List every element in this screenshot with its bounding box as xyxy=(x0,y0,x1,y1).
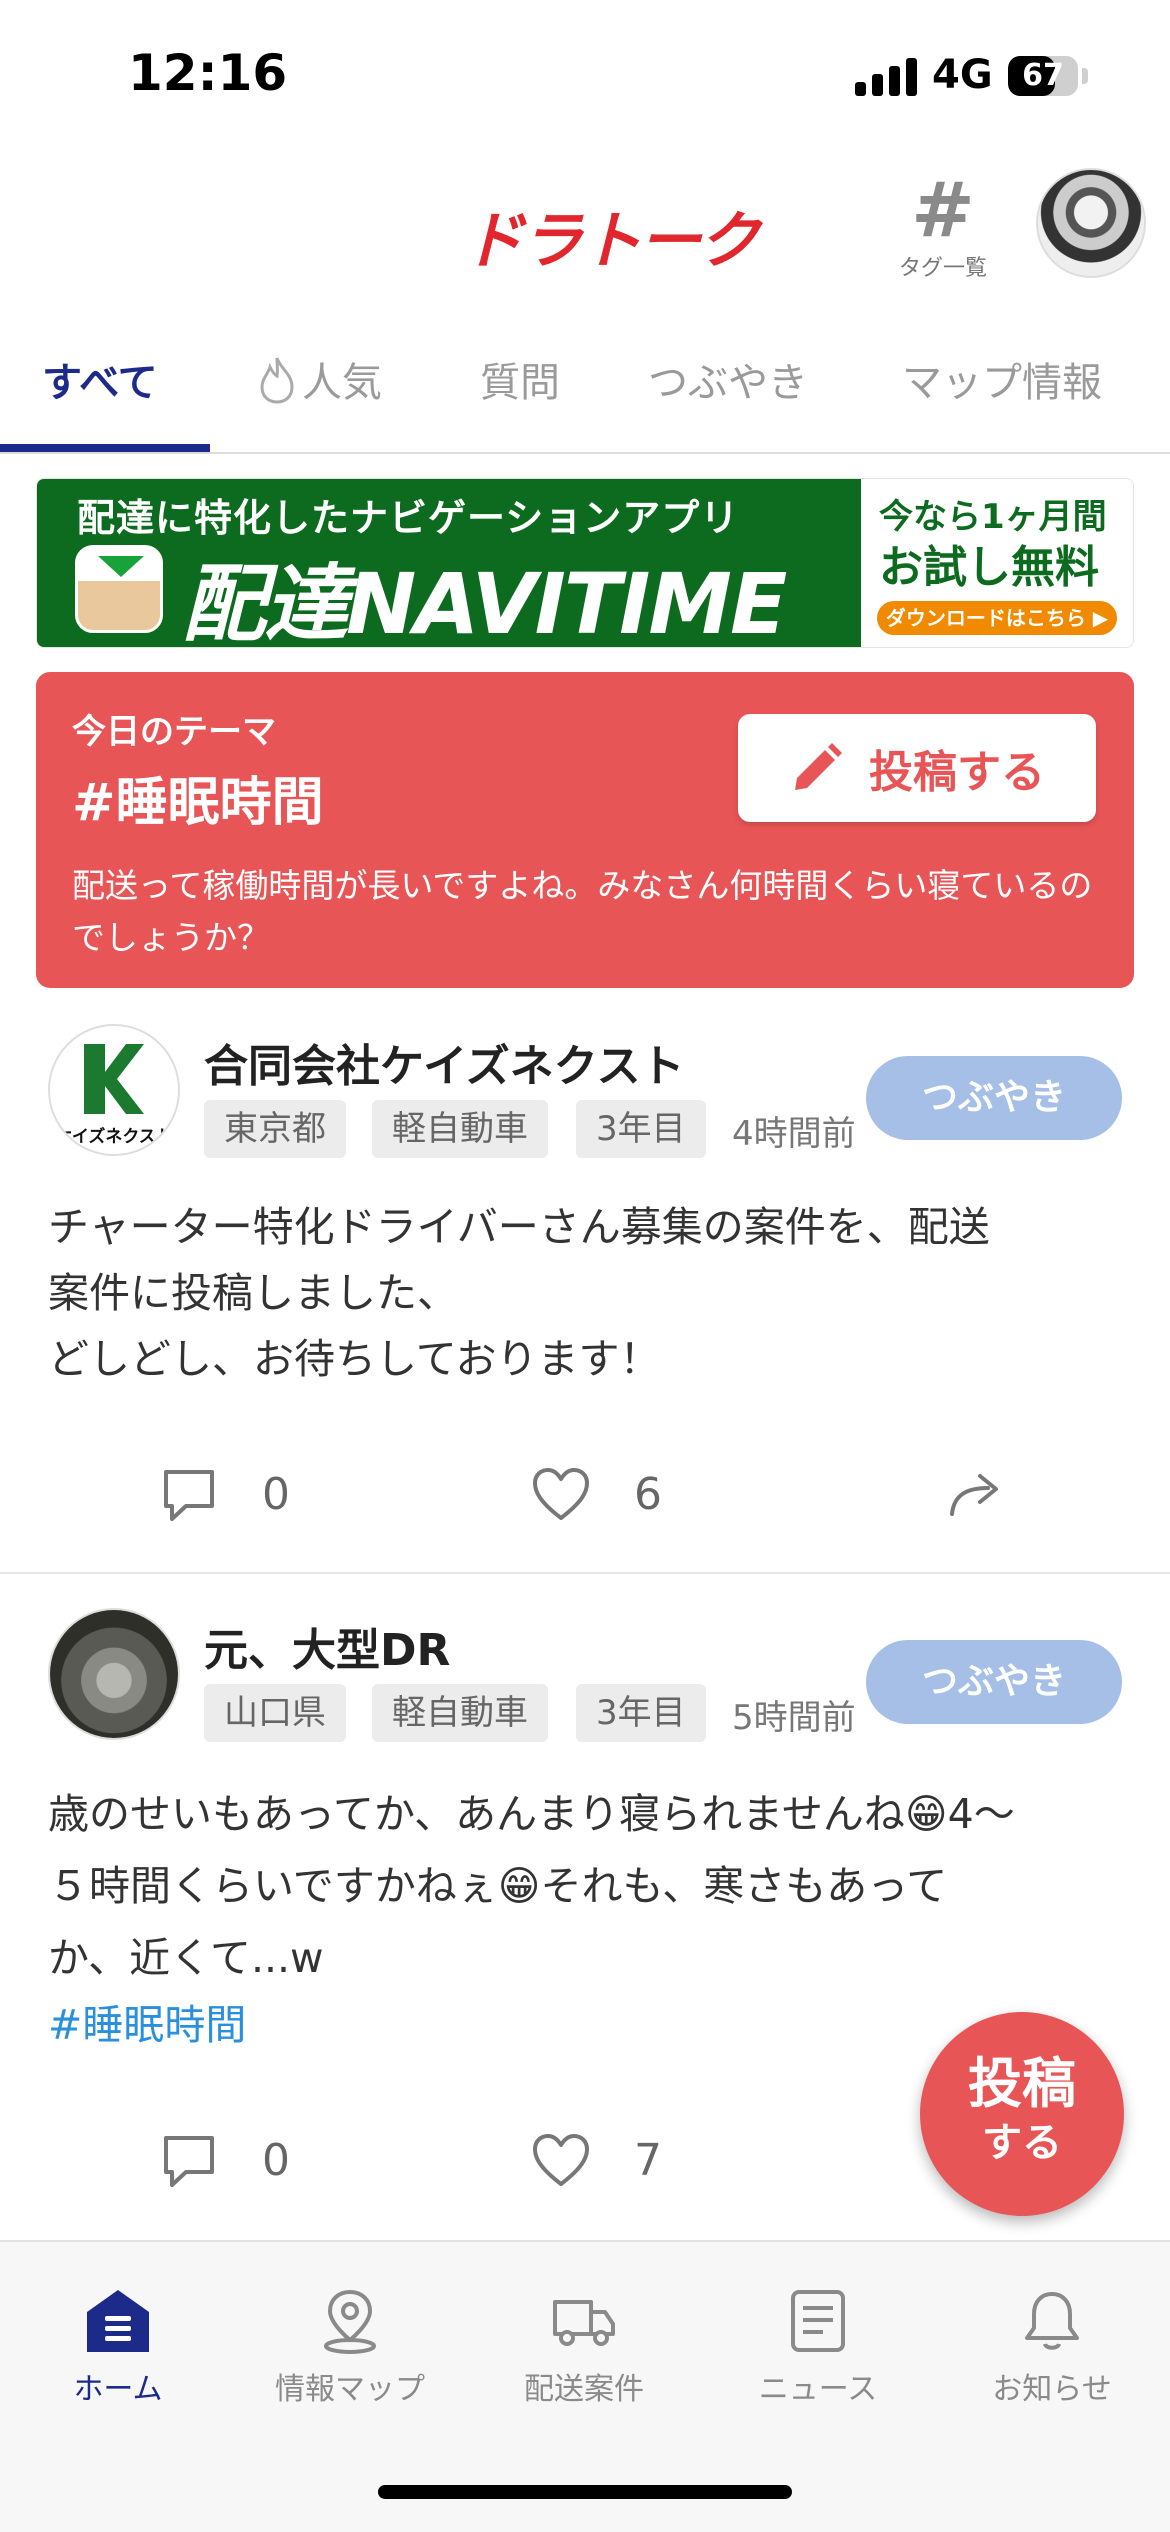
post-timestamp: 4時間前 xyxy=(732,1114,856,1154)
news-icon xyxy=(791,2290,845,2352)
battery-tip xyxy=(1082,68,1088,84)
tab-all[interactable]: すべて xyxy=(42,348,158,418)
post-author-avatar[interactable]: ケイズネクスト xyxy=(48,1024,180,1156)
post-body[interactable]: 歳のせいもあってか、あんまり寝られませんね😁4〜 ５時間くらいですかねぇ😁それも… xyxy=(48,1778,1128,2056)
theme-post-label: 投稿する xyxy=(869,747,1045,798)
tab-popular[interactable]: 人気 xyxy=(258,348,382,418)
post-body-line: どしどし、お待ちしております！ xyxy=(48,1335,661,1383)
theme-post-button[interactable]: 投稿する xyxy=(738,714,1096,822)
signal-icon xyxy=(855,58,917,96)
nav-notifications[interactable]: お知らせ xyxy=(952,2286,1152,2408)
post-vehicle-chip: 軽自動車 xyxy=(372,1684,548,1742)
map-pin-icon xyxy=(324,2289,376,2354)
post-body-line: か、近くて...w xyxy=(48,1934,324,1982)
nav-news[interactable]: ニュース xyxy=(718,2286,918,2408)
fire-icon xyxy=(260,357,294,404)
home-icon xyxy=(87,2290,149,2352)
post-body-line: ５時間くらいですかねぇ😁それも、寒さもあって xyxy=(48,1862,948,1910)
post-actions: 0 6 xyxy=(0,1444,1170,1554)
post-vehicle-chip: 軽自動車 xyxy=(372,1100,548,1158)
banner-title: 配達NAVITIME xyxy=(182,555,787,648)
post-card[interactable]: ケイズネクスト 合同会社ケイズネクスト 東京都 軽自動車 3年目 4時間前 つぶ… xyxy=(0,1024,1170,1572)
company-logo: ケイズネクスト xyxy=(50,1026,178,1154)
nav-home[interactable]: ホーム xyxy=(18,2286,218,2408)
post-author-name[interactable]: 合同会社ケイズネクスト xyxy=(204,1030,684,1094)
tab-tweets[interactable]: つぶやき xyxy=(648,348,808,418)
like-count: 7 xyxy=(634,2135,662,2186)
category-tabs: すべて 人気 質問 つぶやき マップ情報 xyxy=(0,330,1170,454)
tab-questions[interactable]: 質問 xyxy=(480,348,560,418)
heart-icon[interactable] xyxy=(530,2130,592,2192)
post-divider xyxy=(0,1572,1170,1574)
heart-icon[interactable] xyxy=(530,1464,592,1526)
hashtag-icon: # xyxy=(911,165,975,254)
network-label: 4G xyxy=(932,52,993,98)
share-icon[interactable] xyxy=(946,1464,1008,1526)
comment-icon[interactable] xyxy=(158,1464,220,1526)
post-type-badge[interactable]: つぶやき xyxy=(866,1056,1122,1140)
nav-info-map[interactable]: 情報マップ xyxy=(250,2286,450,2408)
fab-label-line2: する xyxy=(982,2120,1062,2166)
post-body[interactable]: チャーター特化ドライバーさん募集の案件を、配送 案件に投稿しました、 どしどし、… xyxy=(48,1194,1128,1392)
company-logo-text: ケイズネクスト xyxy=(55,1127,173,1147)
banner-offer: 今なら1ヶ月間 お試し無料 ダウンロードはこちら ▶ xyxy=(861,479,1133,647)
user-avatar[interactable] xyxy=(1036,168,1146,278)
truck-icon xyxy=(553,2300,615,2346)
app-logo: ドラトーク xyxy=(462,204,760,277)
pencil-icon xyxy=(795,743,842,790)
post-type-badge[interactable]: つぶやき xyxy=(866,1640,1122,1724)
like-count: 6 xyxy=(634,1469,662,1520)
theme-description: 配送って稼働時間が長いですよね。みなさん何時間くらい寝ているのでしょうか？ xyxy=(72,866,1093,957)
post-author-name[interactable]: 元、大型DR xyxy=(204,1614,450,1678)
comment-icon[interactable] xyxy=(158,2130,220,2192)
post-experience-chip: 3年目 xyxy=(576,1684,706,1742)
nav-info-map-label: 情報マップ xyxy=(275,2372,425,2407)
bell-icon xyxy=(1025,2292,1079,2350)
post-region-chip: 東京都 xyxy=(204,1100,346,1158)
tag-list-label: タグ一覧 xyxy=(898,256,987,281)
post-author-avatar[interactable] xyxy=(48,1608,180,1740)
nav-news-label: ニュース xyxy=(758,2372,878,2407)
post-timestamp: 5時間前 xyxy=(732,1698,856,1738)
nav-home-label: ホーム xyxy=(73,2372,163,2407)
theme-hashtag[interactable]: #睡眠時間 xyxy=(72,760,324,835)
active-tab-indicator xyxy=(0,444,210,452)
battery-level: 67 xyxy=(1022,58,1064,93)
cat-avatar-image xyxy=(50,1610,178,1738)
post-experience-chip: 3年目 xyxy=(576,1100,706,1158)
comment-count: 0 xyxy=(262,1469,290,1520)
theme-label: 今日のテーマ xyxy=(72,712,276,752)
banner-download-button[interactable]: ダウンロードはこちら ▶ xyxy=(877,601,1117,635)
banner-main: 配達に特化したナビゲーションアプリ 配達NAVITIME xyxy=(37,479,861,648)
fab-label-line1: 投稿 xyxy=(968,2052,1076,2115)
post-region-chip: 山口県 xyxy=(204,1684,346,1742)
post-body-line: 歳のせいもあってか、あんまり寝られませんね😁4〜 xyxy=(48,1790,1015,1838)
status-time: 12:16 xyxy=(128,44,288,102)
battery-icon: 67 xyxy=(1008,56,1078,96)
comment-count: 0 xyxy=(262,2135,290,2186)
status-bar: 12:16 4G 67 xyxy=(0,0,1170,150)
app-header: ドラトーク # タグ一覧 xyxy=(0,150,1170,330)
tag-list-button[interactable]: # タグ一覧 xyxy=(888,172,998,292)
k-logo-mark xyxy=(84,1044,144,1114)
post-body-line: チャーター特化ドライバーさん募集の案件を、配送 xyxy=(48,1203,990,1251)
tab-popular-label: 人気 xyxy=(302,360,382,406)
nav-delivery-jobs-label: 配送案件 xyxy=(524,2372,644,2407)
banner-tagline: 配達に特化したナビゲーションアプリ xyxy=(77,496,740,540)
daily-theme-card: 今日のテーマ #睡眠時間 投稿する 配送って稼働時間が長いですよね。みなさん何時… xyxy=(36,672,1134,988)
nav-notifications-label: お知らせ xyxy=(992,2372,1112,2407)
nav-delivery-jobs[interactable]: 配送案件 xyxy=(484,2286,684,2408)
post-body-line: 案件に投稿しました、 xyxy=(48,1269,458,1317)
navitime-app-icon xyxy=(75,545,163,633)
banner-offer-line2: お試し無料 xyxy=(879,542,1099,593)
tab-map-info[interactable]: マップ情報 xyxy=(902,348,1102,418)
compose-fab-button[interactable]: 投稿 する xyxy=(920,2012,1124,2216)
ad-banner[interactable]: 配達に特化したナビゲーションアプリ 配達NAVITIME 今なら1ヶ月間 お試し… xyxy=(36,478,1134,648)
home-indicator xyxy=(378,2485,792,2499)
